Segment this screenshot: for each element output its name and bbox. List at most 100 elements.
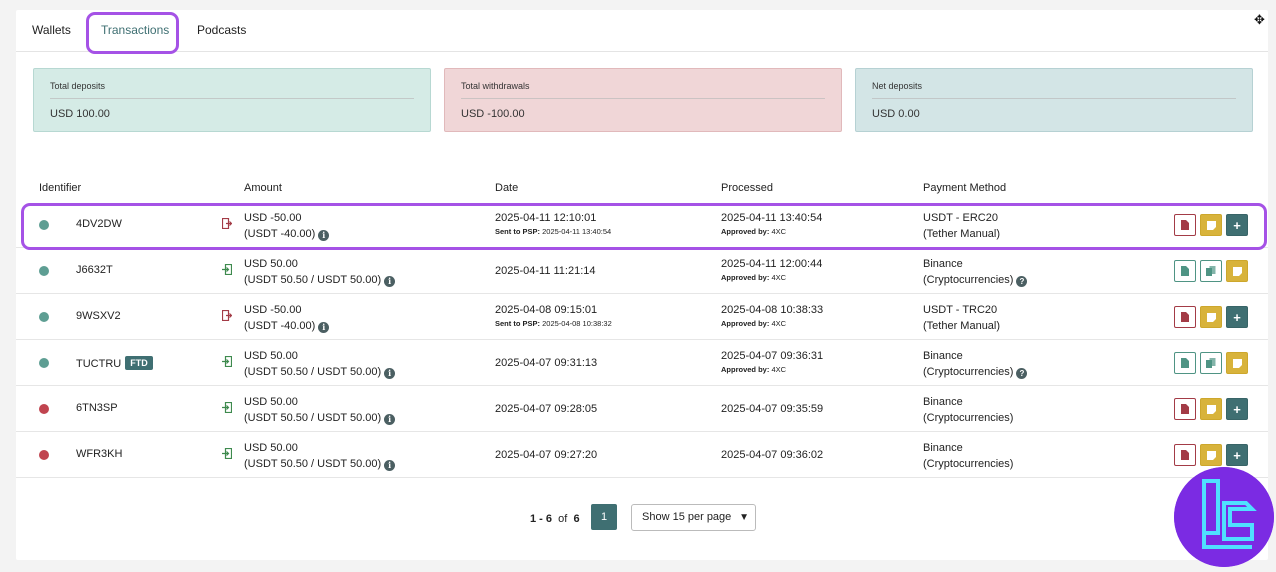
move-icon[interactable]: ✥ xyxy=(1254,12,1265,28)
info-icon[interactable]: i xyxy=(318,322,330,333)
payment-method-cell: Binance (Cryptocurrencies) xyxy=(923,442,1014,470)
transaction-id: WFR3KH xyxy=(76,448,123,460)
brand-logo xyxy=(1174,467,1274,567)
copy-icon xyxy=(1206,358,1216,368)
table-row[interactable]: TUCTRU FTD USD 50.00 (USDT 50.50 / USDT 50… xyxy=(16,340,1268,386)
help-icon[interactable]: ? xyxy=(1016,368,1028,379)
column-header-processed: Processed xyxy=(721,182,773,194)
deposit-arrow-icon xyxy=(222,356,232,367)
summary-label: Net deposits xyxy=(872,81,923,91)
date-cell: 2025-04-07 09:27:20 xyxy=(495,449,598,461)
note-icon xyxy=(1206,312,1216,322)
summary-label: Total deposits xyxy=(50,81,106,91)
table-row[interactable]: WFR3KH USD 50.00 (USDT 50.50 / USDT 50.00… xyxy=(16,432,1268,478)
pdf-icon xyxy=(1181,404,1189,414)
status-dot xyxy=(39,312,49,322)
withdrawal-arrow-icon xyxy=(222,218,232,229)
note-button[interactable] xyxy=(1200,214,1222,236)
pdf-button[interactable] xyxy=(1174,398,1196,420)
transaction-id: 6TN3SP xyxy=(76,402,118,414)
info-icon[interactable]: i xyxy=(384,276,396,287)
deposit-arrow-icon xyxy=(222,402,232,413)
chevron-down-icon: ▼ xyxy=(739,512,749,523)
add-button[interactable]: + xyxy=(1226,214,1248,236)
add-button[interactable]: + xyxy=(1226,398,1248,420)
amount-cell: USD 50.00 (USDT 50.50 / USDT 50.00) i xyxy=(244,394,396,426)
note-button[interactable] xyxy=(1226,352,1248,374)
summary-net-deposits: Net deposits USD 0.00 xyxy=(855,68,1253,132)
add-button[interactable]: + xyxy=(1226,306,1248,328)
pdf-icon xyxy=(1181,312,1189,322)
column-header-date: Date xyxy=(495,182,519,194)
processed-cell: 2025-04-07 09:36:31 Approved by: 4XC xyxy=(721,350,824,374)
processed-cell: 2025-04-07 09:36:02 xyxy=(721,449,824,461)
copy-button[interactable] xyxy=(1200,352,1222,374)
pdf-button[interactable] xyxy=(1174,214,1196,236)
note-button[interactable] xyxy=(1200,398,1222,420)
payment-method-cell: Binance (Cryptocurrencies)? xyxy=(923,348,1028,380)
plus-icon: + xyxy=(1233,309,1241,325)
table-row[interactable]: 6TN3SP USD 50.00 (USDT 50.50 / USDT 50.00… xyxy=(16,386,1268,432)
pdf-icon xyxy=(1181,220,1189,230)
table-row[interactable]: 9WSXV2 USD -50.00 (USDT -40.00) i 2025-04-… xyxy=(16,294,1268,340)
processed-cell: 2025-04-08 10:38:33 Approved by: 4XC xyxy=(721,304,824,328)
payment-method-cell: USDT - TRC20 (Tether Manual) xyxy=(923,304,1001,332)
deposit-arrow-icon xyxy=(222,448,232,459)
deposit-arrow-icon xyxy=(222,264,232,275)
page-button[interactable]: 1 xyxy=(591,504,617,530)
note-button[interactable] xyxy=(1200,306,1222,328)
payment-method-cell: Binance (Cryptocurrencies) xyxy=(923,396,1014,424)
document-button[interactable] xyxy=(1174,260,1196,282)
copy-button[interactable] xyxy=(1200,260,1222,282)
processed-cell: 2025-04-11 12:00:44 Approved by: 4XC xyxy=(721,258,823,282)
pdf-icon xyxy=(1181,450,1189,460)
note-icon xyxy=(1206,220,1216,230)
main-card: Wallets Transactions Podcasts ✥ Total de… xyxy=(16,10,1268,560)
table-row[interactable]: 4DV2DW USD -50.00 (USDT -40.00) i 2025-04-… xyxy=(16,202,1268,248)
document-icon xyxy=(1181,358,1189,368)
pagination-summary: 1 - 6 of 6 xyxy=(530,513,580,525)
plus-icon: + xyxy=(1233,217,1241,233)
tab-bar: Wallets Transactions Podcasts xyxy=(16,10,1268,52)
date-cell: 2025-04-07 09:28:05 xyxy=(495,403,598,415)
processed-cell: 2025-04-07 09:35:59 xyxy=(721,403,824,415)
document-icon xyxy=(1181,266,1189,276)
column-header-amount: Amount xyxy=(244,182,282,194)
column-header-identifier: Identifier xyxy=(39,182,82,194)
per-page-select[interactable]: Show 15 per page ▼ xyxy=(631,504,756,531)
tab-podcasts[interactable]: Podcasts xyxy=(197,23,246,37)
summary-value: USD -100.00 xyxy=(461,108,525,120)
status-dot xyxy=(39,450,49,460)
add-button[interactable]: + xyxy=(1226,444,1248,466)
amount-cell: USD 50.00 (USDT 50.50 / USDT 50.00) i xyxy=(244,440,396,472)
table-row[interactable]: J6632T USD 50.00 (USDT 50.50 / USDT 50.00… xyxy=(16,248,1268,294)
processed-cell: 2025-04-11 13:40:54 Approved by: 4XC xyxy=(721,212,823,236)
note-button[interactable] xyxy=(1226,260,1248,282)
status-dot xyxy=(39,358,49,368)
note-icon xyxy=(1206,404,1216,414)
note-icon xyxy=(1232,358,1242,368)
ftd-badge: FTD xyxy=(125,356,153,370)
plus-icon: + xyxy=(1233,447,1241,463)
document-button[interactable] xyxy=(1174,352,1196,374)
summary-total-deposits: Total deposits USD 100.00 xyxy=(33,68,431,132)
pdf-button[interactable] xyxy=(1174,444,1196,466)
info-icon[interactable]: i xyxy=(318,230,330,241)
summary-label: Total withdrawals xyxy=(461,81,530,91)
tab-wallets[interactable]: Wallets xyxy=(32,23,71,37)
withdrawal-arrow-icon xyxy=(222,310,232,321)
summary-value: USD 0.00 xyxy=(872,108,920,120)
payment-method-cell: Binance (Cryptocurrencies)? xyxy=(923,256,1028,288)
plus-icon: + xyxy=(1233,401,1241,417)
summary-total-withdrawals: Total withdrawals USD -100.00 xyxy=(444,68,842,132)
pdf-button[interactable] xyxy=(1174,306,1196,328)
help-icon[interactable]: ? xyxy=(1016,276,1028,287)
status-dot xyxy=(39,266,49,276)
info-icon[interactable]: i xyxy=(384,414,396,425)
status-dot xyxy=(39,404,49,414)
info-icon[interactable]: i xyxy=(384,460,396,471)
transaction-id: 4DV2DW xyxy=(76,218,122,230)
note-button[interactable] xyxy=(1200,444,1222,466)
info-icon[interactable]: i xyxy=(384,368,396,379)
date-cell: 2025-04-11 12:10:01 Sent to PSP: 2025-04-… xyxy=(495,212,612,236)
